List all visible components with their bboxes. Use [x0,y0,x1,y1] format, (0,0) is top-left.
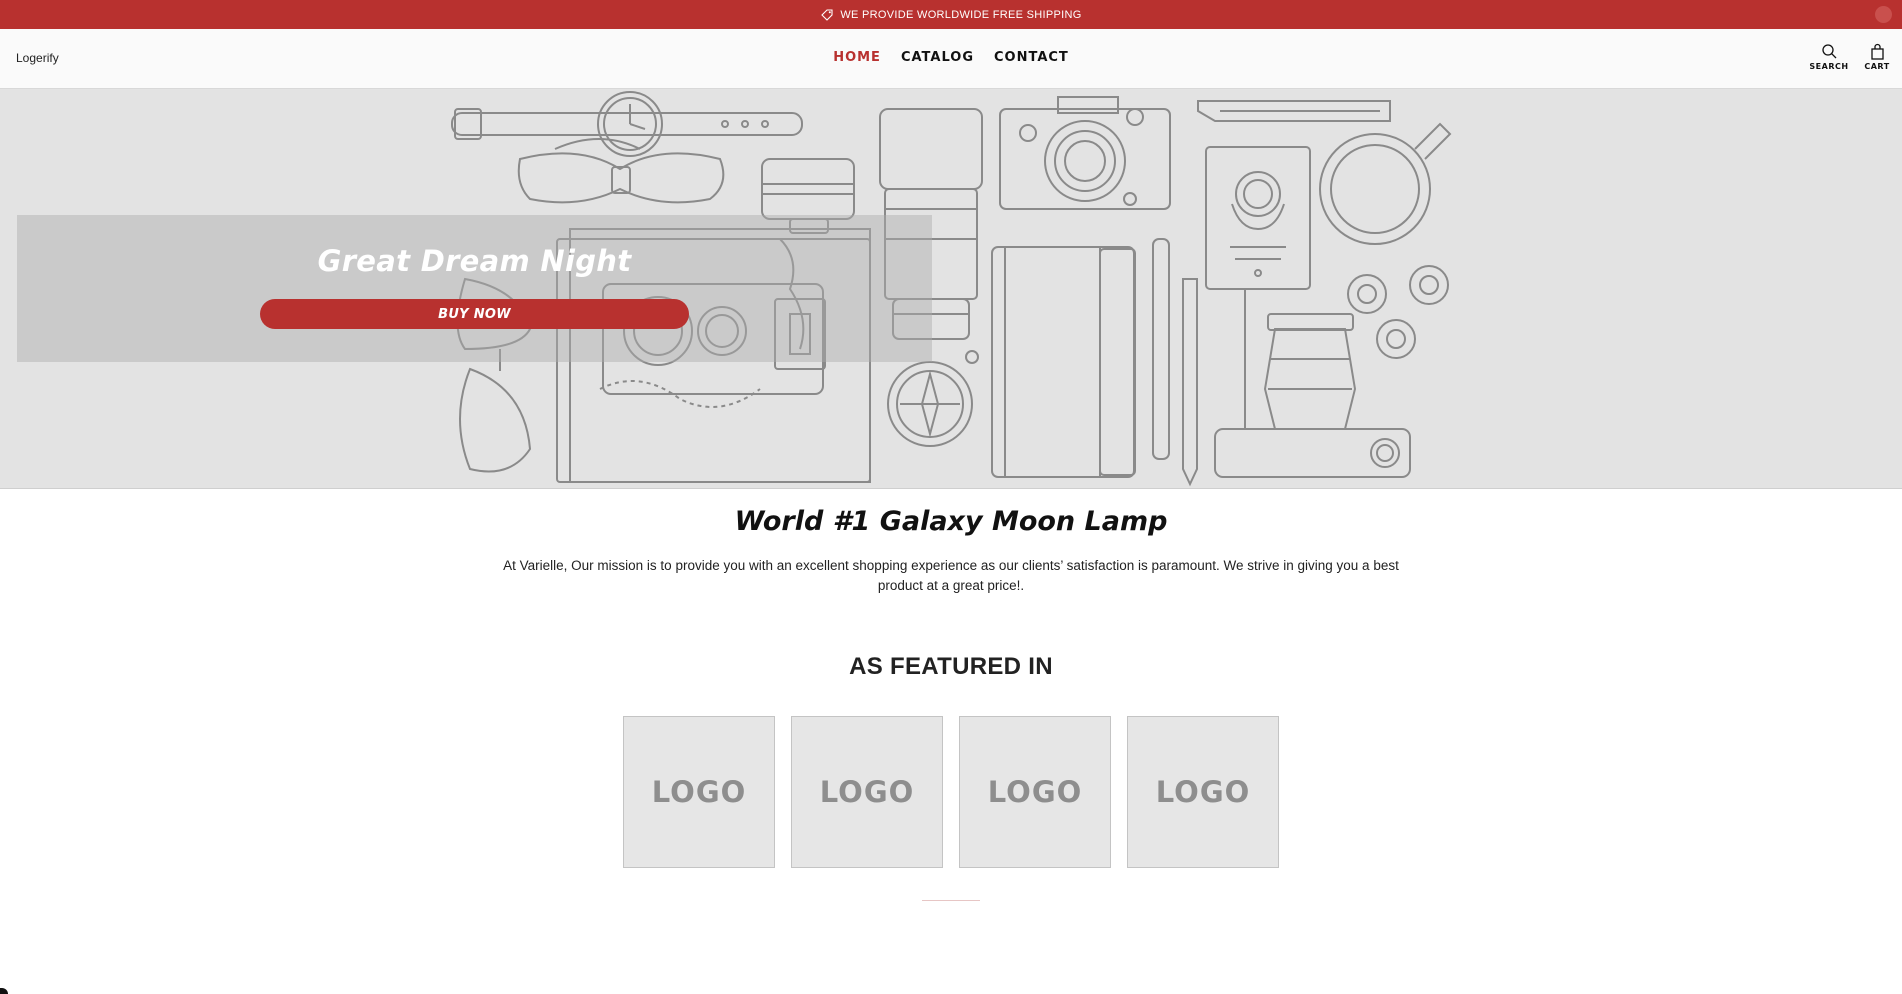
search-button[interactable]: SEARCH [1809,43,1849,71]
site-header: Logerify HOME CATALOG CONTACT SEARCH CAR… [0,29,1902,89]
announcement-text: WE PROVIDE WORLDWIDE FREE SHIPPING [840,8,1082,21]
tag-icon [820,8,834,22]
header-tools: SEARCH CART [1809,43,1896,71]
announcement-close-button[interactable] [1875,6,1892,23]
buy-now-button[interactable]: BUY NOW [260,299,689,329]
hero-title: Great Dream Night [317,244,632,278]
featured-logo[interactable]: LOGO [623,716,775,868]
featured-title: AS FEATURED IN [849,653,1053,680]
hero-overlay [17,215,932,362]
search-label: SEARCH [1809,62,1849,71]
featured-logo[interactable]: LOGO [791,716,943,868]
product-headline: World #1 Galaxy Moon Lamp [734,506,1168,537]
nav-item-catalog[interactable]: CATALOG [901,50,974,65]
mission-text: At Varielle, Our mission is to provide y… [503,558,1399,593]
window-corner [0,988,8,994]
main-nav: HOME CATALOG CONTACT [0,50,1902,65]
cart-button[interactable]: CART [1858,43,1896,71]
section-divider [922,900,980,901]
hero-banner: Great Dream Night BUY NOW [0,89,1902,489]
announcement-bar: WE PROVIDE WORLDWIDE FREE SHIPPING [0,0,1902,29]
nav-item-home[interactable]: HOME [833,50,881,65]
search-icon [1821,44,1836,59]
featured-logo[interactable]: LOGO [959,716,1111,868]
cart-label: CART [1864,62,1890,71]
featured-logos: LOGO LOGO LOGO LOGO [623,716,1279,868]
featured-logo[interactable]: LOGO [1127,716,1279,868]
nav-item-contact[interactable]: CONTACT [994,50,1069,65]
bag-icon [1870,43,1884,60]
